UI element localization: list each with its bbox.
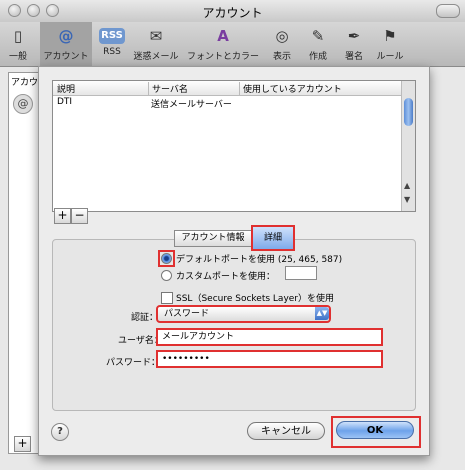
tab-accounts-label: アカウント	[43, 52, 89, 62]
tab-fonts-colors[interactable]: A フォントとカラー	[184, 22, 262, 66]
window-title: アカウント	[202, 6, 263, 20]
default-port-label: デフォルトポートを使用 (25, 465, 587)	[176, 255, 343, 265]
tab-junk-mail[interactable]: ✉ 迷惑メール	[130, 22, 182, 66]
at-icon: @	[58, 27, 74, 45]
tab-composing-label: 作成	[308, 52, 327, 62]
column-server-name[interactable]: サーバ名	[148, 82, 188, 95]
tab-rss[interactable]: RSS RSS	[94, 22, 130, 66]
tab-rss-label: RSS	[103, 47, 121, 57]
compose-icon: ✎	[311, 27, 325, 45]
tab-general-label: 一般	[8, 52, 27, 62]
tab-advanced[interactable]: 詳細	[251, 225, 295, 251]
auth-label: 認証：	[131, 313, 159, 323]
password-label: パスワード：	[106, 358, 161, 368]
table-row[interactable]: DTI 送信メールサーバー	[53, 97, 402, 111]
column-in-use-by[interactable]: 使用しているアカウント	[239, 82, 342, 95]
scroll-up-icon[interactable]: ▲	[404, 181, 410, 190]
tab-junk-mail-label: 迷惑メール	[133, 52, 179, 62]
ssl-checkbox[interactable]	[161, 292, 173, 304]
tab-viewing[interactable]: ◎ 表示	[266, 22, 298, 66]
smtp-server-table: 説明 サーバ名 使用しているアカウント DTI 送信メールサーバー ▲ ▼	[52, 80, 416, 212]
tab-general[interactable]: ▯ 一般	[0, 22, 36, 66]
username-input[interactable]: メールアカウント	[156, 328, 383, 346]
cell-server-name: 送信メールサーバー	[151, 100, 232, 110]
tab-signatures-label: 署名	[344, 52, 363, 62]
tab-viewing-label: 表示	[272, 52, 291, 62]
scrollbar-thumb[interactable]	[404, 98, 413, 126]
tab-accounts[interactable]: @ アカウント	[40, 22, 92, 66]
account-at-icon[interactable]: @	[13, 94, 33, 114]
tab-signatures[interactable]: ✒ 署名	[338, 22, 370, 66]
custom-port-label: カスタムポートを使用：	[176, 272, 276, 282]
help-button[interactable]: ?	[51, 423, 69, 441]
password-input[interactable]: •••••••••	[156, 350, 383, 368]
preferences-window: アカウント ▯ 一般 @ アカウント RSS RSS ✉ 迷惑メール A フォン…	[0, 0, 465, 470]
add-account-button[interactable]: +	[14, 436, 31, 452]
signature-icon: ✒	[347, 27, 361, 45]
accounts-list[interactable]: アカウ @	[8, 72, 42, 454]
tab-account-info[interactable]: アカウント情報	[174, 230, 252, 247]
toolbar-toggle-button[interactable]	[436, 4, 460, 18]
add-server-button[interactable]: +	[54, 208, 71, 224]
smtp-server-sheet: 説明 サーバ名 使用しているアカウント DTI 送信メールサーバー ▲ ▼ + …	[38, 66, 430, 456]
remove-server-button[interactable]: −	[71, 208, 88, 224]
tab-fonts-colors-label: フォントとカラー	[186, 52, 259, 62]
tab-rules[interactable]: ⚑ ルール	[372, 22, 408, 66]
custom-port-input[interactable]	[285, 266, 317, 280]
tab-composing[interactable]: ✎ 作成	[300, 22, 336, 66]
table-scrollbar[interactable]: ▲ ▼	[401, 81, 415, 211]
ssl-label: SSL（Secure Sockets Layer）を使用	[176, 294, 335, 304]
custom-port-radio[interactable]	[161, 270, 172, 281]
title-bar: アカウント	[0, 0, 465, 23]
cell-description: DTI	[57, 97, 73, 107]
auth-select[interactable]: パスワード ▲▼	[156, 305, 331, 323]
switch-icon: ▯	[13, 27, 23, 45]
default-port-radio[interactable]	[161, 253, 172, 264]
font-icon: A	[217, 27, 229, 45]
column-description[interactable]: 説明	[57, 82, 75, 95]
scroll-down-icon[interactable]: ▼	[404, 195, 410, 204]
rules-icon: ⚑	[383, 27, 397, 45]
tab-rules-label: ルール	[376, 52, 404, 62]
rss-icon: RSS	[99, 28, 125, 44]
chevron-down-icon: ▲▼	[315, 307, 329, 320]
junk-mail-icon: ✉	[149, 27, 163, 45]
cancel-button[interactable]: キャンセル	[247, 422, 325, 440]
ok-button[interactable]: OK	[336, 421, 414, 439]
table-header: 説明 サーバ名 使用しているアカウント	[53, 81, 402, 96]
auth-selected-value: パスワード	[164, 309, 210, 319]
accounts-list-header: アカウ	[11, 78, 39, 88]
toolbar: ▯ 一般 @ アカウント RSS RSS ✉ 迷惑メール A フォントとカラー …	[0, 22, 465, 67]
glasses-icon: ◎	[275, 27, 289, 45]
